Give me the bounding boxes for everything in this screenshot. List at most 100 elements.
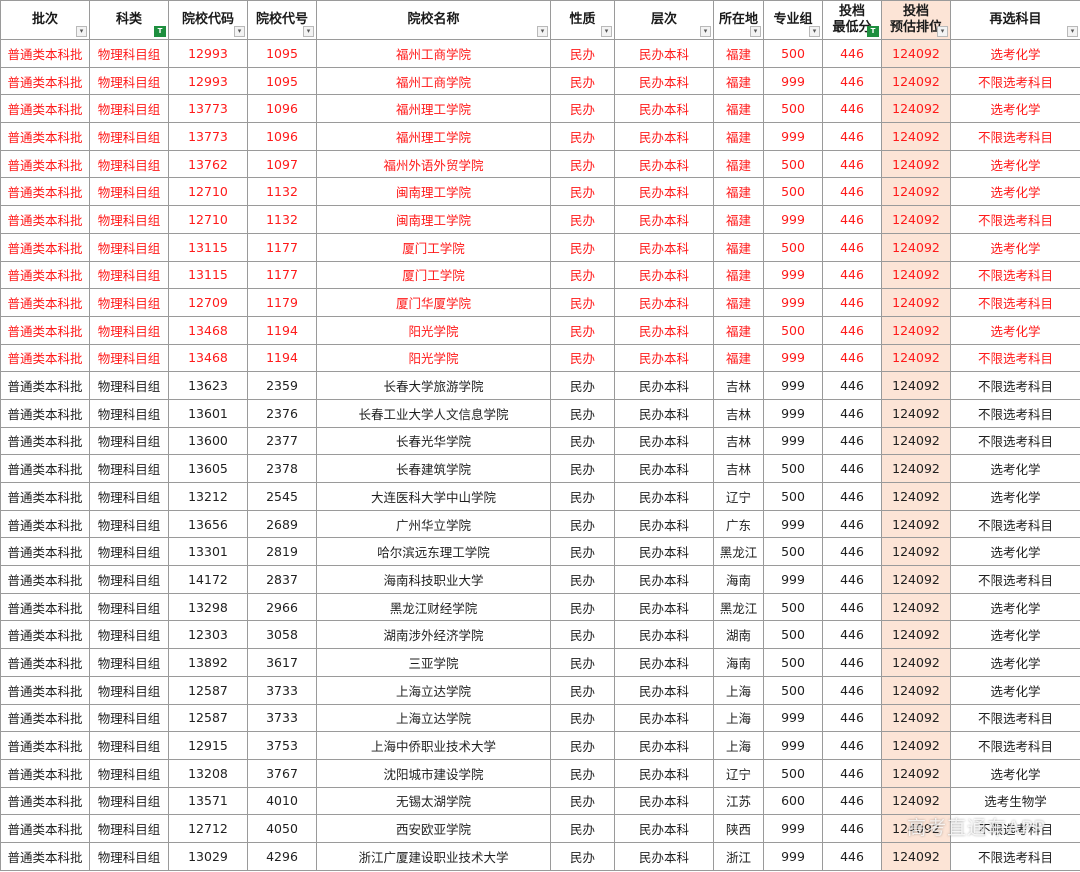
header-ownership[interactable]: 性质 ▾: [550, 0, 615, 40]
cell-elective-subjects[interactable]: 不限选考科目: [950, 371, 1080, 400]
cell-batch[interactable]: 普通类本科批: [0, 565, 90, 594]
cell-elective-subjects[interactable]: 选考化学: [950, 149, 1080, 179]
table-row[interactable]: 普通类本科批 物理科目组 13773 1096 福州理工学院 民办 民办本科 福建 999 446…: [0, 122, 1080, 151]
cell-location[interactable]: 上海: [713, 675, 764, 705]
cell-location[interactable]: 福建: [713, 315, 764, 345]
cell-location[interactable]: 福建: [713, 94, 764, 124]
cell-estimated-rank[interactable]: 124092: [881, 177, 951, 207]
cell-major-group[interactable]: 999: [763, 841, 823, 871]
cell-subject-category[interactable]: 物理科目组: [89, 39, 169, 68]
cell-ownership[interactable]: 民办: [550, 426, 615, 456]
table-row[interactable]: 普通类本科批 物理科目组 12993 1095 福州工商学院 民办 民办本科 福建 500 446…: [0, 39, 1080, 68]
cell-location[interactable]: 吉林: [713, 454, 764, 483]
cell-school-code[interactable]: 12993: [168, 39, 248, 68]
cell-min-score[interactable]: 446: [822, 482, 882, 511]
cell-ownership[interactable]: 民办: [550, 620, 615, 650]
header-estimated-rank[interactable]: 投档 预估排位 ▾: [881, 0, 951, 40]
cell-major-group[interactable]: 500: [763, 592, 823, 622]
cell-estimated-rank[interactable]: 124092: [881, 841, 951, 871]
cell-level[interactable]: 民办本科: [614, 260, 714, 290]
cell-min-score[interactable]: 446: [822, 232, 882, 262]
cell-subject-category[interactable]: 物理科目组: [89, 509, 169, 539]
cell-major-group[interactable]: 999: [763, 731, 823, 760]
cell-estimated-rank[interactable]: 124092: [881, 620, 951, 650]
cell-location[interactable]: 黑龙江: [713, 592, 764, 622]
cell-subject-category[interactable]: 物理科目组: [89, 482, 169, 511]
cell-min-score[interactable]: 446: [822, 371, 882, 400]
cell-subject-category[interactable]: 物理科目组: [89, 841, 169, 871]
cell-batch[interactable]: 普通类本科批: [0, 675, 90, 705]
cell-batch[interactable]: 普通类本科批: [0, 288, 90, 317]
cell-min-score[interactable]: 446: [822, 66, 882, 96]
cell-location[interactable]: 吉林: [713, 398, 764, 428]
table-row[interactable]: 普通类本科批 物理科目组 13773 1096 福州理工学院 民办 民办本科 福建 500 446…: [0, 94, 1080, 124]
cell-ownership[interactable]: 民办: [550, 565, 615, 594]
cell-school-code[interactable]: 13656: [168, 509, 248, 539]
cell-school-code[interactable]: 12710: [168, 177, 248, 207]
cell-major-group[interactable]: 999: [763, 343, 823, 373]
cell-min-score[interactable]: 446: [822, 94, 882, 124]
cell-school-number[interactable]: 2966: [247, 592, 317, 622]
cell-ownership[interactable]: 民办: [550, 482, 615, 511]
cell-major-group[interactable]: 500: [763, 39, 823, 68]
cell-estimated-rank[interactable]: 124092: [881, 371, 951, 400]
header-level[interactable]: 层次 ▾: [614, 0, 714, 40]
table-row[interactable]: 普通类本科批 物理科目组 13892 3617 三亚学院 民办 民办本科 海南 500 446 12…: [0, 648, 1080, 677]
cell-level[interactable]: 民办本科: [614, 232, 714, 262]
cell-location[interactable]: 陕西: [713, 814, 764, 843]
header-min-score[interactable]: 投档 最低分 T: [822, 0, 882, 40]
table-row[interactable]: 普通类本科批 物理科目组 12709 1179 厦门华厦学院 民办 民办本科 福建 999 446…: [0, 288, 1080, 317]
cell-min-score[interactable]: 446: [822, 592, 882, 622]
cell-estimated-rank[interactable]: 124092: [881, 592, 951, 622]
filter-dropdown-icon[interactable]: ▾: [937, 26, 948, 37]
cell-location[interactable]: 福建: [713, 232, 764, 262]
cell-level[interactable]: 民办本科: [614, 454, 714, 483]
cell-min-score[interactable]: 446: [822, 205, 882, 234]
cell-major-group[interactable]: 999: [763, 122, 823, 151]
cell-school-number[interactable]: 1095: [247, 66, 317, 96]
cell-batch[interactable]: 普通类本科批: [0, 758, 90, 788]
cell-school-name[interactable]: 浙江广厦建设职业技术大学: [316, 841, 551, 871]
cell-school-code[interactable]: 12303: [168, 620, 248, 650]
cell-school-number[interactable]: 1177: [247, 260, 317, 290]
cell-school-code[interactable]: 12587: [168, 703, 248, 733]
cell-subject-category[interactable]: 物理科目组: [89, 537, 169, 567]
table-row[interactable]: 普通类本科批 物理科目组 12587 3733 上海立达学院 民办 民办本科 上海 500 446…: [0, 675, 1080, 705]
filter-dropdown-icon[interactable]: ▾: [601, 26, 612, 37]
cell-ownership[interactable]: 民办: [550, 343, 615, 373]
cell-major-group[interactable]: 999: [763, 398, 823, 428]
cell-elective-subjects[interactable]: 不限选考科目: [950, 731, 1080, 760]
cell-min-score[interactable]: 446: [822, 537, 882, 567]
cell-ownership[interactable]: 民办: [550, 205, 615, 234]
cell-school-name[interactable]: 阳光学院: [316, 315, 551, 345]
cell-estimated-rank[interactable]: 124092: [881, 315, 951, 345]
header-school-name[interactable]: 院校名称 ▾: [316, 0, 551, 40]
cell-subject-category[interactable]: 物理科目组: [89, 122, 169, 151]
cell-level[interactable]: 民办本科: [614, 703, 714, 733]
cell-subject-category[interactable]: 物理科目组: [89, 288, 169, 317]
cell-elective-subjects[interactable]: 选考化学: [950, 758, 1080, 788]
cell-ownership[interactable]: 民办: [550, 94, 615, 124]
table-row[interactable]: 普通类本科批 物理科目组 13115 1177 厦门工学院 民办 民办本科 福建 999 446 1…: [0, 260, 1080, 290]
cell-subject-category[interactable]: 物理科目组: [89, 454, 169, 483]
cell-location[interactable]: 吉林: [713, 426, 764, 456]
filter-active-icon[interactable]: T: [154, 26, 166, 37]
cell-subject-category[interactable]: 物理科目组: [89, 814, 169, 843]
cell-school-name[interactable]: 闽南理工学院: [316, 177, 551, 207]
cell-school-number[interactable]: 1132: [247, 177, 317, 207]
cell-subject-category[interactable]: 物理科目组: [89, 565, 169, 594]
cell-batch[interactable]: 普通类本科批: [0, 731, 90, 760]
cell-major-group[interactable]: 999: [763, 260, 823, 290]
cell-subject-category[interactable]: 物理科目组: [89, 315, 169, 345]
cell-estimated-rank[interactable]: 124092: [881, 66, 951, 96]
cell-estimated-rank[interactable]: 124092: [881, 205, 951, 234]
cell-ownership[interactable]: 民办: [550, 149, 615, 179]
cell-school-name[interactable]: 西安欧亚学院: [316, 814, 551, 843]
cell-ownership[interactable]: 民办: [550, 315, 615, 345]
table-row[interactable]: 普通类本科批 物理科目组 12710 1132 闽南理工学院 民办 民办本科 福建 999 446…: [0, 205, 1080, 234]
cell-ownership[interactable]: 民办: [550, 454, 615, 483]
cell-major-group[interactable]: 500: [763, 315, 823, 345]
cell-location[interactable]: 福建: [713, 343, 764, 373]
cell-batch[interactable]: 普通类本科批: [0, 177, 90, 207]
table-row[interactable]: 普通类本科批 物理科目组 13301 2819 哈尔滨远东理工学院 民办 民办本科 黑龙江 50…: [0, 537, 1080, 567]
